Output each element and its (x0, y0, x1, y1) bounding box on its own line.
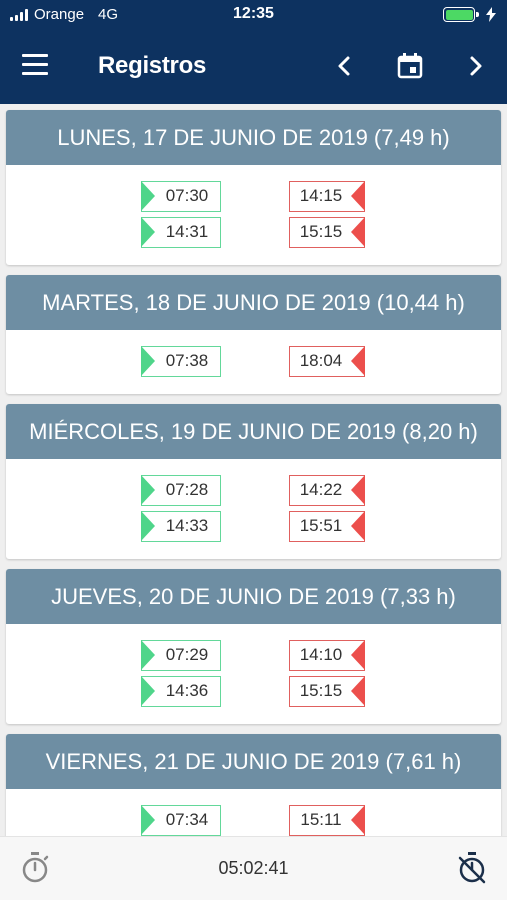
previous-week-button[interactable] (327, 48, 363, 84)
time-pair: 07:30 14:15 (6, 179, 501, 215)
time-pair: 07:38 18:04 (6, 344, 501, 380)
calendar-icon (397, 53, 423, 79)
day-body: 07:38 18:04 (6, 330, 501, 394)
day-body: 07:29 14:10 14:36 15:15 (6, 624, 501, 724)
entry-time[interactable]: 07:30 (141, 181, 221, 212)
chevron-right-icon (470, 56, 482, 76)
stopwatch-off-icon (458, 852, 486, 884)
app-bar: Registros (0, 30, 507, 104)
records-list[interactable]: LUNES, 17 DE JUNIO DE 2019 (7,49 h) 07:3… (0, 104, 507, 836)
status-bar: Orange 4G 12:35 (0, 0, 507, 30)
entry-time[interactable]: 14:36 (141, 676, 221, 707)
day-header: JUEVES, 20 DE JUNIO DE 2019 (7,33 h) (6, 569, 501, 624)
exit-time[interactable]: 15:15 (289, 676, 365, 707)
day-card: MARTES, 18 DE JUNIO DE 2019 (10,44 h) 07… (6, 275, 501, 394)
bottom-bar: 05:02:41 (0, 836, 507, 900)
exit-time[interactable]: 15:15 (289, 217, 365, 248)
exit-time[interactable]: 14:22 (289, 475, 365, 506)
day-header: MARTES, 18 DE JUNIO DE 2019 (10,44 h) (6, 275, 501, 330)
day-body: 07:28 14:22 14:33 15:51 (6, 459, 501, 559)
elapsed-timer: 05:02:41 (218, 858, 289, 878)
entry-time[interactable]: 07:34 (141, 805, 221, 836)
day-body: 07:34 15:11 (6, 789, 501, 836)
entry-time[interactable]: 07:28 (141, 475, 221, 506)
chevron-left-icon (338, 56, 350, 76)
day-body: 07:30 14:15 14:31 15:15 (6, 165, 501, 265)
calendar-button[interactable] (392, 48, 428, 84)
charging-icon (486, 7, 496, 22)
battery-icon (443, 7, 479, 22)
day-card: VIERNES, 21 DE JUNIO DE 2019 (7,61 h) 07… (6, 734, 501, 836)
time-pair: 07:29 14:10 (6, 638, 501, 674)
entry-time[interactable]: 07:29 (141, 640, 221, 671)
day-card: MIÉRCOLES, 19 DE JUNIO DE 2019 (8,20 h) … (6, 404, 501, 559)
day-card: LUNES, 17 DE JUNIO DE 2019 (7,49 h) 07:3… (6, 110, 501, 265)
entry-time[interactable]: 07:38 (141, 346, 221, 377)
day-header: VIERNES, 21 DE JUNIO DE 2019 (7,61 h) (6, 734, 501, 789)
next-week-button[interactable] (457, 48, 493, 84)
status-time: 12:35 (233, 5, 274, 22)
exit-time[interactable]: 18:04 (289, 346, 365, 377)
time-pair: 14:33 15:51 (6, 509, 501, 545)
exit-time[interactable]: 14:15 (289, 181, 365, 212)
stop-timer-button[interactable] (457, 851, 487, 885)
exit-time[interactable]: 15:51 (289, 511, 365, 542)
day-header: LUNES, 17 DE JUNIO DE 2019 (7,49 h) (6, 110, 501, 165)
page-title: Registros (98, 52, 206, 79)
status-right (443, 7, 497, 22)
exit-time[interactable]: 15:11 (289, 805, 365, 836)
exit-time[interactable]: 14:10 (289, 640, 365, 671)
time-pair: 07:28 14:22 (6, 473, 501, 509)
day-header: MIÉRCOLES, 19 DE JUNIO DE 2019 (8,20 h) (6, 404, 501, 459)
day-card: JUEVES, 20 DE JUNIO DE 2019 (7,33 h) 07:… (6, 569, 501, 724)
time-pair: 14:31 15:15 (6, 215, 501, 251)
entry-time[interactable]: 14:31 (141, 217, 221, 248)
time-pair: 07:34 15:11 (6, 803, 501, 836)
time-pair: 14:36 15:15 (6, 674, 501, 710)
menu-icon[interactable] (22, 54, 54, 80)
entry-time[interactable]: 14:33 (141, 511, 221, 542)
